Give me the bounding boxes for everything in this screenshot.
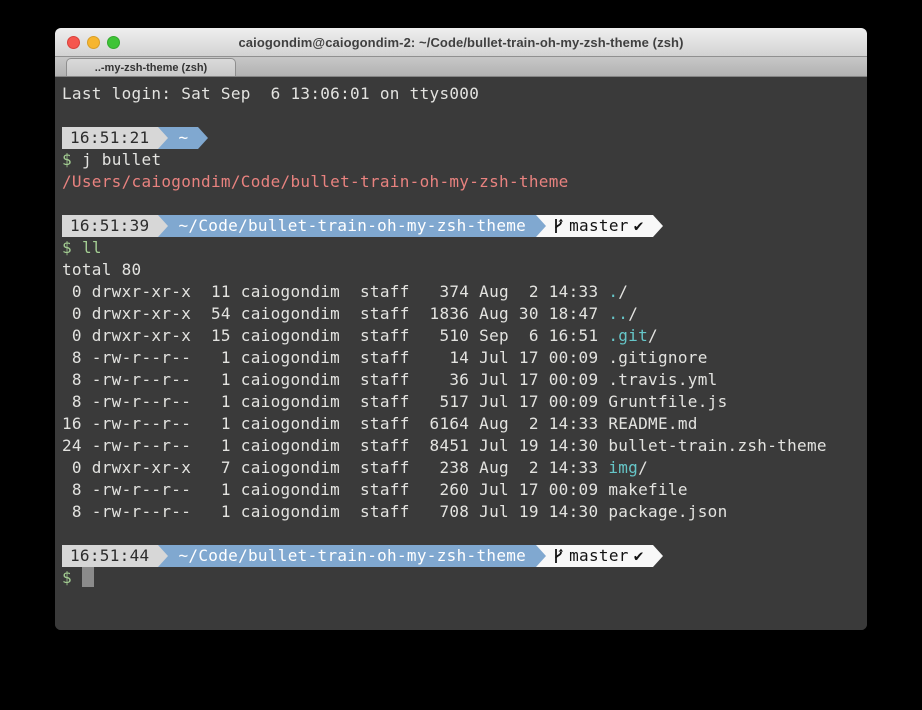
jump-output-line: /Users/caiogondim/Code/bullet-train-oh-m… [62, 171, 867, 193]
tab-label: ..-my-zsh-theme (zsh) [95, 62, 207, 74]
dir-name: .. [608, 304, 628, 323]
listing-total-line: total 80 [62, 259, 867, 281]
git-branch-icon [552, 218, 564, 234]
listing-row: 0 drwxr-xr-x 11 caiogondim staff 374 Aug… [62, 281, 867, 303]
command-text: j bullet [82, 150, 161, 169]
terminal-window: caiogondim@caiogondim-2: ~/Code/bullet-t… [55, 28, 867, 630]
prompt-time-segment: 16:51:44 [62, 545, 158, 567]
prompt-bar-2: 16:51:39 ~/Code/bullet-train-oh-my-zsh-th… [62, 215, 867, 237]
git-branch-icon [552, 548, 564, 564]
prompt-git-segment: master✔ [546, 545, 653, 567]
prompt-path-segment: ~/Code/bullet-train-oh-my-zsh-theme [168, 545, 536, 567]
tab-my-zsh-theme[interactable]: ..-my-zsh-theme (zsh) [66, 58, 236, 76]
terminal-screen[interactable]: Last login: Sat Sep 6 13:06:01 on ttys00… [55, 77, 867, 630]
blank-line [62, 523, 867, 545]
listing-row: 8 -rw-r--r-- 1 caiogondim staff 708 Jul … [62, 501, 867, 523]
minimize-button[interactable] [87, 36, 100, 49]
listing-row: 16 -rw-r--r-- 1 caiogondim staff 6164 Au… [62, 413, 867, 435]
dir-name: img [608, 458, 638, 477]
prompt-char: $ [62, 150, 72, 169]
last-login-line: Last login: Sat Sep 6 13:06:01 on ttys00… [62, 83, 867, 105]
file-name: bullet-train.zsh-theme [608, 436, 827, 455]
file-name: Gruntfile.js [608, 392, 727, 411]
close-button[interactable] [67, 36, 80, 49]
prompt-path-segment: ~ [168, 127, 198, 149]
dir-name: .git [608, 326, 648, 345]
powerline-arrow-icon [158, 215, 168, 237]
file-name: README.md [608, 414, 697, 433]
text-cursor [82, 567, 94, 587]
powerline-arrow-icon [158, 127, 168, 149]
powerline-arrow-icon [536, 215, 546, 237]
file-name: makefile [608, 480, 687, 499]
listing-row: 8 -rw-r--r-- 1 caiogondim staff 36 Jul 1… [62, 369, 867, 391]
command-line-current: $ [62, 567, 867, 589]
listing-row: 0 drwxr-xr-x 15 caiogondim staff 510 Sep… [62, 325, 867, 347]
prompt-char: $ [62, 568, 72, 587]
file-name: .travis.yml [608, 370, 717, 389]
git-branch-label: master [569, 215, 629, 237]
powerline-arrow-icon [536, 545, 546, 567]
git-clean-check: ✔ [634, 545, 644, 567]
listing-row: 0 drwxr-xr-x 7 caiogondim staff 238 Aug … [62, 457, 867, 479]
powerline-arrow-icon [158, 545, 168, 567]
listing-row: 8 -rw-r--r-- 1 caiogondim staff 260 Jul … [62, 479, 867, 501]
command-line-ll: $ ll [62, 237, 867, 259]
command-text: ll [82, 238, 102, 257]
blank-line [62, 193, 867, 215]
zoom-button[interactable] [107, 36, 120, 49]
powerline-arrow-icon [198, 127, 208, 149]
window-title: caiogondim@caiogondim-2: ~/Code/bullet-t… [238, 35, 683, 50]
prompt-time-segment: 16:51:21 [62, 127, 158, 149]
listing-row: 8 -rw-r--r-- 1 caiogondim staff 14 Jul 1… [62, 347, 867, 369]
dir-name: . [608, 282, 618, 301]
window-controls [67, 28, 120, 56]
git-branch-label: master [569, 545, 629, 567]
prompt-path-segment: ~/Code/bullet-train-oh-my-zsh-theme [168, 215, 536, 237]
prompt-time-segment: 16:51:39 [62, 215, 158, 237]
blank-line [62, 105, 867, 127]
powerline-arrow-icon [653, 215, 663, 237]
git-clean-check: ✔ [634, 215, 644, 237]
listing-row: 24 -rw-r--r-- 1 caiogondim staff 8451 Ju… [62, 435, 867, 457]
tab-bar: ..-my-zsh-theme (zsh) [55, 57, 867, 77]
listing-row: 0 drwxr-xr-x 54 caiogondim staff 1836 Au… [62, 303, 867, 325]
powerline-arrow-icon [653, 545, 663, 567]
file-name: .gitignore [608, 348, 707, 367]
prompt-git-segment: master✔ [546, 215, 653, 237]
command-line-j: $ j bullet [62, 149, 867, 171]
window-titlebar[interactable]: caiogondim@caiogondim-2: ~/Code/bullet-t… [55, 28, 867, 57]
file-name: package.json [608, 502, 727, 521]
prompt-bar-3: 16:51:44 ~/Code/bullet-train-oh-my-zsh-th… [62, 545, 867, 567]
listing-row: 8 -rw-r--r-- 1 caiogondim staff 517 Jul … [62, 391, 867, 413]
prompt-char: $ [62, 238, 72, 257]
prompt-bar-1: 16:51:21 ~ [62, 127, 867, 149]
